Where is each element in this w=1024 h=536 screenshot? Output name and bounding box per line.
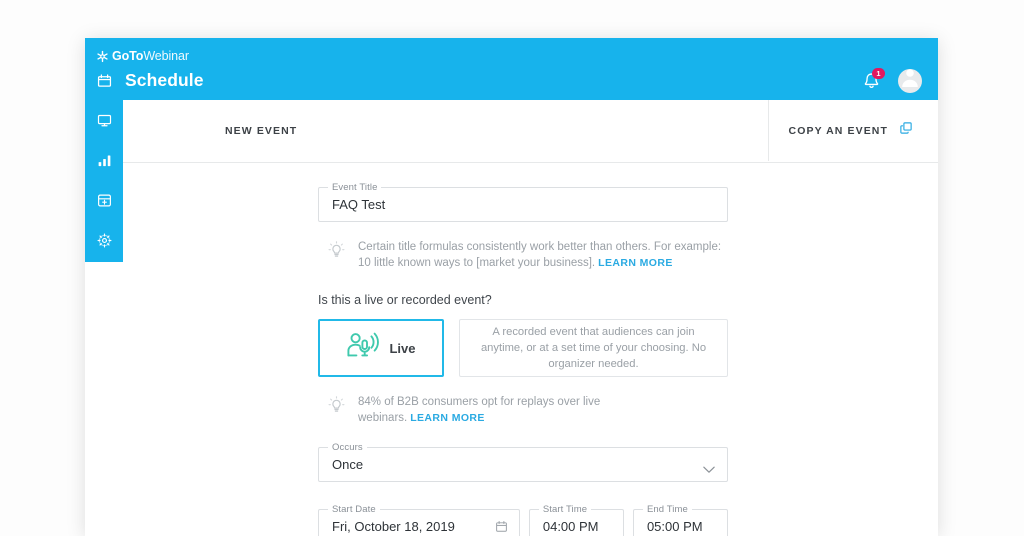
event-type-recorded-option[interactable]: A recorded event that audiences can join… [459, 319, 728, 377]
sidebar-item-analytics[interactable] [85, 140, 123, 180]
end-time-value: 05:00 PM [646, 519, 703, 534]
card-topbar: NEW EVENT COPY AN EVENT [123, 100, 938, 163]
end-time-legend: End Time [642, 504, 692, 515]
event-type-recorded-description: A recorded event that audiences can join… [480, 326, 707, 370]
start-time-field[interactable]: Start Time 04:00 PM [528, 504, 624, 536]
video-library-icon [97, 193, 112, 208]
occurs-legend: Occurs [328, 442, 367, 453]
event-title-field[interactable]: Event Title FAQ Test [318, 182, 728, 222]
start-date-value: Fri, October 18, 2019 [332, 519, 455, 534]
sidebar-item-webinars[interactable] [85, 100, 123, 140]
learn-more-link-replay[interactable]: LEARN MORE [410, 412, 485, 424]
chevron-down-icon [703, 461, 715, 479]
start-date-field[interactable]: Start Date Fri, October 18, 2019 [318, 504, 520, 536]
page-title: Schedule [125, 70, 204, 90]
bell-icon [862, 73, 881, 95]
user-avatar-icon [898, 69, 922, 93]
calendar-icon [97, 73, 125, 88]
sidebar-item-settings[interactable] [85, 220, 123, 260]
sidebar [85, 100, 123, 262]
event-type-choices: Live A recorded event that audiences can… [318, 319, 728, 377]
replay-tip: 84% of B2B consumers opt for replays ove… [318, 394, 728, 426]
start-time-value: 04:00 PM [542, 519, 599, 534]
brand-name: GoToWebinar [112, 49, 189, 63]
notification-badge: 1 [872, 68, 885, 79]
screen: GoToWebinar Schedule 1 NEW EVENT COPY AN… [0, 0, 1024, 536]
event-type-live-option[interactable]: Live [318, 319, 444, 377]
end-time-field[interactable]: End Time 05:00 PM [632, 504, 729, 536]
monitor-icon [97, 113, 112, 128]
lightbulb-icon [327, 395, 346, 419]
gear-icon [97, 233, 112, 248]
calendar-icon[interactable] [495, 520, 508, 536]
page-title-row: Schedule [97, 70, 204, 91]
header-actions: 1 [862, 68, 922, 93]
copy-icon [899, 121, 913, 140]
person-microphone-icon [346, 331, 380, 366]
bar-chart-icon [97, 153, 112, 168]
brand-logo[interactable]: GoToWebinar [96, 48, 189, 64]
sidebar-item-library[interactable] [85, 180, 123, 220]
event-title-tip-text: Certain title formulas consistently work… [358, 239, 728, 271]
schedule-datetime-row: Start Date Fri, October 18, 2019 Start T… [318, 504, 729, 536]
app-header: GoToWebinar Schedule 1 [85, 38, 938, 100]
event-title-value: FAQ Test [332, 197, 386, 212]
notifications-button[interactable]: 1 [862, 68, 885, 91]
event-title-tip: Certain title formulas consistently work… [318, 239, 728, 271]
event-type-live-label: Live [389, 340, 416, 356]
brand-name-bold: GoTo [112, 49, 144, 63]
start-time-legend: Start Time [538, 504, 592, 515]
copy-an-event-label: COPY AN EVENT [788, 124, 888, 137]
new-event-form: Event Title FAQ Test Certain title formu… [318, 162, 729, 536]
occurs-select[interactable]: Occurs Once [318, 442, 728, 482]
app-window: GoToWebinar Schedule 1 NEW EVENT COPY AN… [85, 38, 938, 536]
event-type-question: Is this a live or recorded event? [318, 293, 492, 307]
copy-an-event-button[interactable]: COPY AN EVENT [767, 100, 938, 161]
section-label-new-event: NEW EVENT [225, 125, 298, 137]
asterisk-snowflake-icon [96, 50, 109, 63]
event-title-legend: Event Title [328, 182, 382, 193]
replay-tip-text: 84% of B2B consumers opt for replays ove… [358, 394, 728, 426]
content-card: NEW EVENT COPY AN EVENT Event Title FAQ [123, 100, 938, 536]
start-date-legend: Start Date [328, 504, 380, 515]
learn-more-link-title[interactable]: LEARN MORE [598, 257, 673, 269]
brand-name-light: Webinar [143, 49, 189, 63]
occurs-value: Once [332, 457, 364, 472]
avatar[interactable] [898, 69, 922, 93]
lightbulb-icon [327, 240, 346, 264]
